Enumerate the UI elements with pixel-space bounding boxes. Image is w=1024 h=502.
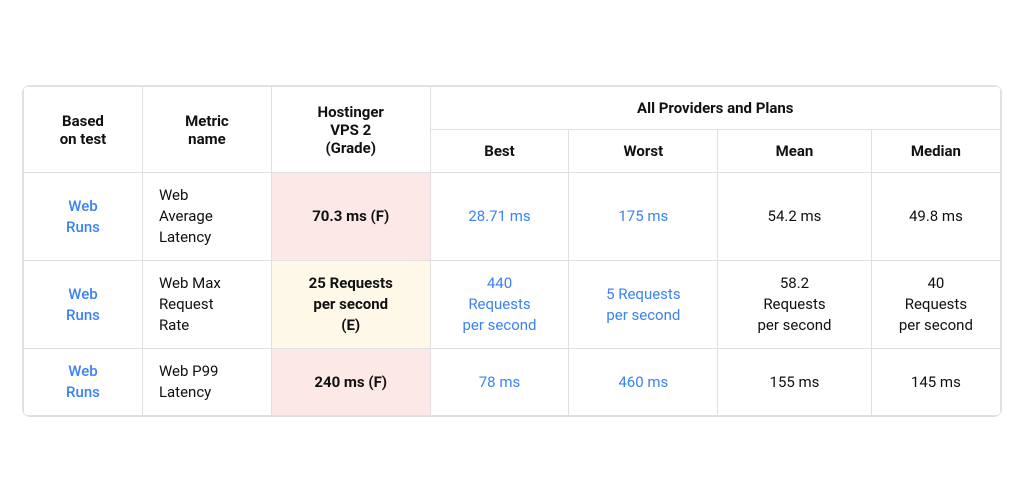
header-hostinger: Hostinger VPS 2 (Grade) — [271, 87, 430, 173]
comparison-table: Based on test Metric name Hostinger VPS … — [22, 85, 1002, 417]
cell-median-0: 49.8 ms — [871, 173, 1000, 261]
header-worst: Worst — [569, 130, 718, 173]
cell-hostinger-2: 240 ms (F) — [271, 349, 430, 416]
cell-based-0[interactable]: Web Runs — [24, 173, 143, 261]
cell-worst-0: 175 ms — [569, 173, 718, 261]
cell-mean-2: 155 ms — [718, 349, 872, 416]
cell-mean-0: 54.2 ms — [718, 173, 872, 261]
header-all-providers: All Providers and Plans — [430, 87, 1000, 130]
cell-metric-0: Web Average Latency — [142, 173, 271, 261]
header-mean: Mean — [718, 130, 872, 173]
cell-mean-1: 58.2 Requests per second — [718, 261, 872, 349]
cell-best-1: 440 Requests per second — [430, 261, 569, 349]
cell-worst-2: 460 ms — [569, 349, 718, 416]
cell-median-1: 40 Requests per second — [871, 261, 1000, 349]
cell-best-2: 78 ms — [430, 349, 569, 416]
cell-worst-1: 5 Requests per second — [569, 261, 718, 349]
header-median: Median — [871, 130, 1000, 173]
cell-median-2: 145 ms — [871, 349, 1000, 416]
cell-hostinger-0: 70.3 ms (F) — [271, 173, 430, 261]
header-metric-name: Metric name — [142, 87, 271, 173]
header-based-on-test: Based on test — [24, 87, 143, 173]
cell-hostinger-1: 25 Requests per second (E) — [271, 261, 430, 349]
cell-based-2[interactable]: Web Runs — [24, 349, 143, 416]
cell-metric-2: Web P99 Latency — [142, 349, 271, 416]
cell-best-0: 28.71 ms — [430, 173, 569, 261]
header-best: Best — [430, 130, 569, 173]
cell-metric-1: Web Max Request Rate — [142, 261, 271, 349]
cell-based-1[interactable]: Web Runs — [24, 261, 143, 349]
